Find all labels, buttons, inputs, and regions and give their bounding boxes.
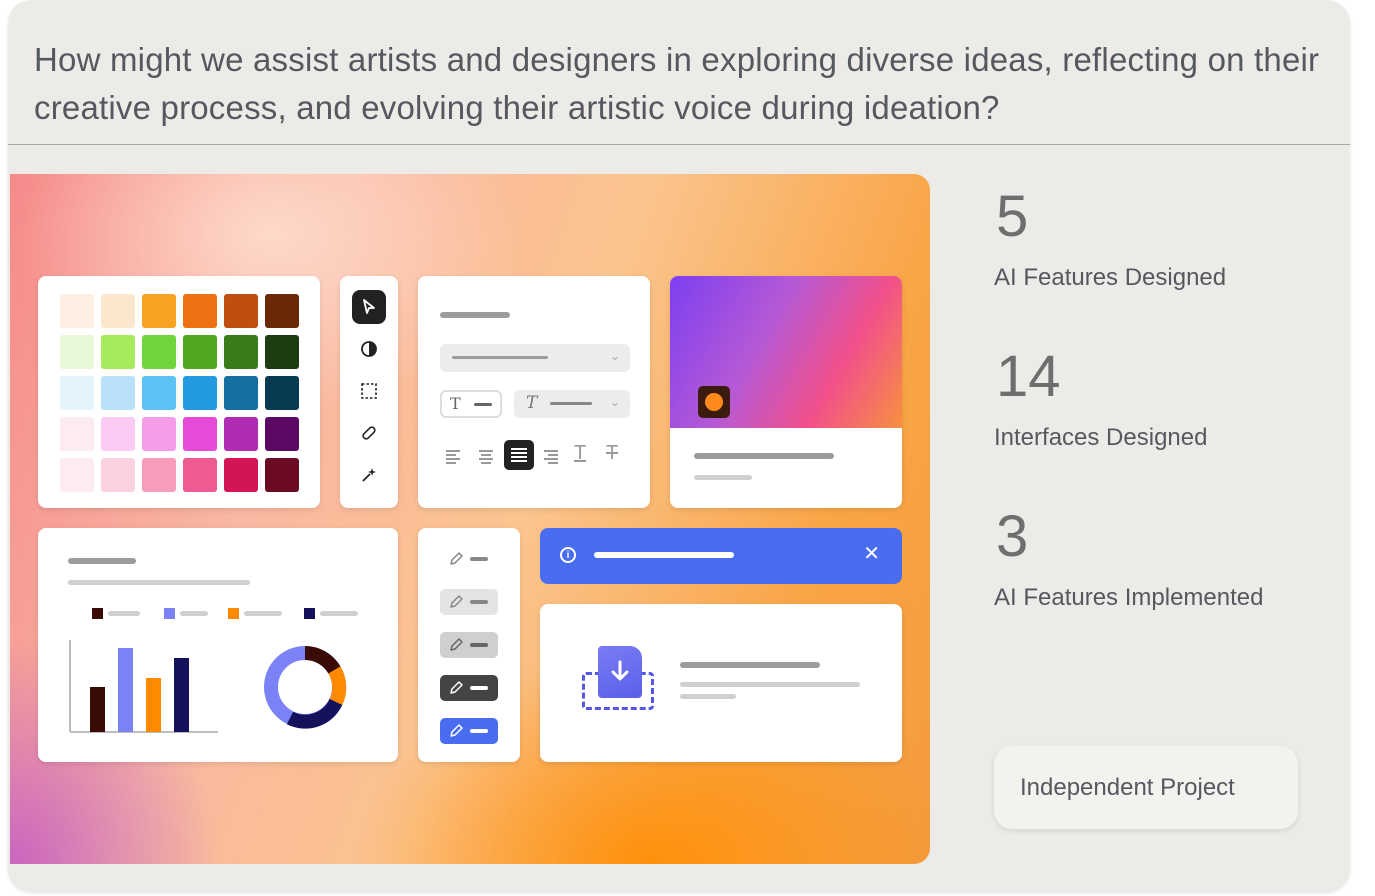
stat-value-ai-features-implemented: 3 <box>996 504 1029 569</box>
color-swatch <box>60 294 94 328</box>
align-center-icon <box>478 448 494 466</box>
project-type-badge: Independent Project <box>994 746 1298 829</box>
hero-image: ⌄ T T ⌄ T T i ✕ <box>10 174 930 864</box>
pencil-icon <box>450 552 463 565</box>
magic-wand-icon <box>352 458 386 492</box>
pen-variants-panel <box>418 528 520 762</box>
color-palette-panel <box>38 276 320 508</box>
underline-text-icon: T <box>574 442 587 464</box>
chart-panel <box>38 528 398 762</box>
color-swatch <box>101 376 135 410</box>
color-swatch <box>183 294 217 328</box>
color-swatch <box>142 417 176 451</box>
color-swatch <box>101 294 135 328</box>
color-swatch <box>142 376 176 410</box>
bar-chart <box>69 640 218 733</box>
color-swatch <box>265 335 299 369</box>
stat-value-interfaces-designed: 14 <box>996 344 1061 409</box>
color-swatch <box>101 417 135 451</box>
download-file-icon <box>582 644 656 714</box>
pointer-icon <box>352 290 386 324</box>
align-right-icon <box>544 448 560 466</box>
pencil-icon <box>450 681 463 694</box>
color-swatch <box>60 417 94 451</box>
pen-variant-button <box>440 632 498 658</box>
divider <box>8 144 1350 145</box>
chevron-down-icon: ⌄ <box>609 349 620 363</box>
align-left-icon <box>446 448 462 466</box>
project-question: How might we assist artists and designer… <box>34 41 1320 126</box>
color-swatch <box>60 335 94 369</box>
contrast-icon <box>352 332 386 366</box>
color-swatch <box>265 376 299 410</box>
donut-chart <box>264 646 347 729</box>
color-swatch <box>142 335 176 369</box>
text-format-panel: ⌄ T T ⌄ T T <box>418 276 650 508</box>
pencil-icon <box>450 595 463 608</box>
stat-label-interfaces-designed: Interfaces Designed <box>994 424 1208 451</box>
color-swatch <box>60 458 94 492</box>
color-swatch <box>224 417 258 451</box>
pencil-icon <box>450 638 463 651</box>
info-alert: i ✕ <box>540 528 902 584</box>
color-swatch <box>101 458 135 492</box>
color-swatch <box>224 458 258 492</box>
color-swatch <box>101 335 135 369</box>
stat-value-ai-features-designed: 5 <box>996 184 1029 249</box>
text-size-field: T <box>440 390 502 418</box>
close-icon: ✕ <box>863 543 880 565</box>
pencil-icon <box>450 724 463 737</box>
pen-variant-button <box>440 589 498 615</box>
color-swatch <box>183 458 217 492</box>
bandage-icon <box>352 416 386 450</box>
avatar <box>698 386 730 418</box>
font-style-dropdown: T ⌄ <box>514 390 630 418</box>
pen-variant-button <box>440 546 498 572</box>
pen-variant-button <box>440 675 498 701</box>
strikethrough-text-icon: T <box>606 442 619 464</box>
color-swatch <box>265 417 299 451</box>
color-swatch <box>224 335 258 369</box>
color-swatch <box>183 335 217 369</box>
color-swatch <box>142 458 176 492</box>
project-card: How might we assist artists and designer… <box>8 0 1350 892</box>
stat-label-ai-features-implemented: AI Features Implemented <box>994 584 1264 611</box>
color-swatch <box>142 294 176 328</box>
upload-card <box>540 604 902 762</box>
color-swatch <box>60 376 94 410</box>
color-swatch <box>224 376 258 410</box>
info-icon: i <box>560 547 576 563</box>
color-swatch <box>183 376 217 410</box>
color-swatch <box>265 294 299 328</box>
color-swatch <box>265 458 299 492</box>
pen-variant-button <box>440 718 498 744</box>
align-justify-icon <box>504 440 534 470</box>
font-dropdown: ⌄ <box>440 344 630 372</box>
tool-panel <box>340 276 398 508</box>
stat-label-ai-features-designed: AI Features Designed <box>994 264 1227 291</box>
color-swatch <box>224 294 258 328</box>
marquee-select-icon <box>352 374 386 408</box>
image-preview-card <box>670 276 902 508</box>
color-swatch <box>183 417 217 451</box>
